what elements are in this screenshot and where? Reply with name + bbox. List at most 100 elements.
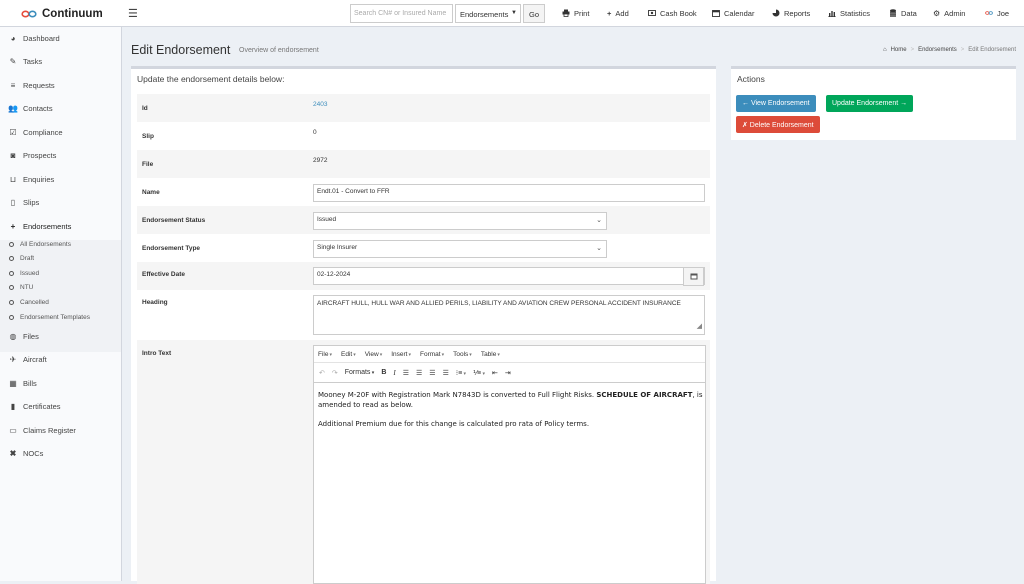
money-icon: [648, 9, 656, 19]
sidebar-item-bills[interactable]: ▦ Bills: [9, 379, 37, 388]
sidebar-item-contacts[interactable]: 👥 Contacts: [8, 104, 53, 113]
database-icon: [889, 8, 897, 19]
sidebar-item-aircraft[interactable]: ✈ Aircraft: [9, 355, 47, 364]
caret-down-icon: ▾: [408, 351, 411, 358]
sidebar-item-files[interactable]: ◍ Files: [9, 332, 39, 341]
outdent-icon[interactable]: ⇤: [492, 369, 498, 377]
sidebar-subitem-issued[interactable]: Issued: [9, 270, 39, 277]
editor-paragraph: Additional Premium due for this change i…: [318, 420, 590, 428]
form-row-heading: Heading AIRCRAFT HULL, HULL WAR AND ALLI…: [137, 290, 710, 340]
top-navbar: Continuum ☰ Search CN# or Insured Name E…: [0, 0, 1024, 27]
view-endorsement-button[interactable]: ← View Endorsement: [736, 95, 816, 112]
caret-down-icon: ▾: [497, 351, 500, 358]
editor-content[interactable]: Mooney M-20F with Registration Mark N784…: [318, 390, 703, 438]
editor-toolbar: ↶ ↷ Formats ▾ B I ☰ ☰ ☰ ☰ ⁝≡ ▾ ⅟≡ ▾ ⇤ ⇥: [314, 363, 705, 383]
status-label: Endorsement Status: [142, 217, 206, 224]
undo-icon[interactable]: ↶: [319, 369, 325, 377]
nav-add[interactable]: + Add: [607, 0, 629, 27]
status-select[interactable]: Issued ⌄: [313, 212, 607, 230]
menu-table[interactable]: Table▾: [481, 351, 500, 358]
bar-chart-icon: [828, 9, 836, 19]
nav-user[interactable]: Joe: [985, 0, 1009, 27]
align-right-icon[interactable]: ☰: [429, 369, 435, 377]
circle-icon: [9, 242, 14, 247]
sidebar-item-nocs[interactable]: ✖ NOCs: [9, 449, 44, 458]
nav-calendar[interactable]: Calendar: [712, 0, 754, 27]
sidebar-item-dashboard[interactable]: ◕ Dashboard: [9, 34, 60, 43]
redo-icon[interactable]: ↷: [332, 369, 338, 377]
search-input[interactable]: Search CN# or Insured Name: [350, 4, 453, 23]
align-justify-icon[interactable]: ☰: [443, 369, 449, 377]
caret-down-icon: ▾: [329, 351, 332, 358]
sidebar-toggle-icon[interactable]: ☰: [128, 7, 138, 20]
circle-icon: [9, 315, 14, 320]
italic-icon[interactable]: I: [393, 369, 395, 377]
search-type-select[interactable]: Endorsements ▼: [455, 4, 521, 23]
nav-data[interactable]: Data: [889, 0, 917, 27]
sidebar-subitem-endorsement-templates[interactable]: Endorsement Templates: [9, 314, 90, 321]
chevron-down-icon: ⌄: [596, 217, 602, 224]
sidebar-item-prospects[interactable]: ◙ Prospects: [9, 151, 57, 160]
breadcrumb-endorsements[interactable]: Endorsements: [918, 47, 957, 53]
align-left-icon[interactable]: ☰: [403, 369, 409, 377]
breadcrumb-home[interactable]: Home: [891, 47, 907, 53]
sidebar-subitem-all-endorsements[interactable]: All Endorsements: [9, 241, 71, 248]
heading-label: Heading: [142, 299, 168, 306]
id-link[interactable]: 2403: [313, 101, 327, 108]
update-endorsement-button[interactable]: Update Endorsement →: [826, 95, 914, 112]
slip-label: Slip: [142, 133, 154, 140]
menu-tools[interactable]: Tools▾: [453, 351, 472, 358]
delete-endorsement-button[interactable]: ✗ Delete Endorsement: [736, 116, 820, 133]
sidebar-subitem-draft[interactable]: Draft: [9, 255, 34, 262]
nav-cash-book[interactable]: Cash Book: [648, 0, 697, 27]
heading-textarea[interactable]: AIRCRAFT HULL, HULL WAR AND ALLIED PERIL…: [313, 295, 705, 335]
menu-view[interactable]: View▾: [365, 351, 383, 358]
caret-down-icon: ▾: [379, 351, 383, 358]
infinity-logo-icon: [21, 9, 37, 18]
go-button[interactable]: Go: [523, 4, 545, 23]
nav-print[interactable]: Print: [562, 0, 589, 27]
calendar-icon: [712, 9, 720, 19]
sidebar-subitem-cancelled[interactable]: Cancelled: [9, 299, 49, 306]
menu-file[interactable]: File▾: [318, 351, 332, 358]
bullet-list-icon[interactable]: ⁝≡ ▾: [456, 369, 466, 377]
caret-down-icon: ▾: [370, 370, 375, 376]
circle-icon: [9, 271, 14, 276]
chevron-down-icon: ⌄: [596, 245, 602, 252]
effective-date-input[interactable]: 02-12-2024: [313, 267, 705, 286]
sidebar-item-tasks[interactable]: ✎ Tasks: [9, 57, 43, 66]
close-icon: ✖: [9, 449, 17, 458]
name-label: Name: [142, 189, 160, 196]
formats-dropdown[interactable]: Formats ▾: [345, 369, 375, 376]
menu-edit[interactable]: Edit▾: [341, 351, 356, 358]
sidebar-item-requests[interactable]: ≡ Requests: [9, 81, 55, 90]
form-row-status: Endorsement Status Issued ⌄: [137, 206, 710, 234]
circle-icon: [9, 256, 14, 261]
nav-admin[interactable]: ⚙ Admin: [933, 0, 965, 27]
file-label: File: [142, 161, 154, 168]
page-title: Edit Endorsement: [131, 43, 231, 57]
sidebar-item-enquiries[interactable]: ⊔ Enquiries: [9, 175, 54, 184]
menu-insert[interactable]: Insert▾: [391, 351, 411, 358]
file-icon: ▯: [10, 198, 16, 207]
menu-format[interactable]: Format▾: [420, 351, 444, 358]
brand-logo[interactable]: Continuum: [0, 0, 122, 27]
sidebar-subitem-ntu[interactable]: NTU: [9, 284, 33, 291]
name-input[interactable]: Endt.01 - Convert to FFR: [313, 184, 705, 202]
sidebar-item-claims-register[interactable]: ▭ Claims Register: [9, 426, 76, 435]
calendar-button[interactable]: [683, 267, 704, 286]
align-center-icon[interactable]: ☰: [416, 369, 422, 377]
resize-handle-icon[interactable]: ◢: [697, 322, 702, 332]
sidebar-item-endorsements[interactable]: + Endorsements: [9, 222, 72, 231]
sidebar-item-certificates[interactable]: ▮ Certificates: [9, 402, 61, 411]
users-icon: 👥: [8, 104, 18, 113]
bold-icon[interactable]: B: [381, 369, 386, 376]
print-icon: [562, 9, 570, 19]
nav-statistics[interactable]: Statistics: [828, 0, 870, 27]
type-select[interactable]: Single Insurer ⌄: [313, 240, 607, 258]
indent-icon[interactable]: ⇥: [505, 369, 511, 377]
sidebar-item-compliance[interactable]: ☑ Compliance: [9, 128, 62, 137]
sidebar-item-slips[interactable]: ▯ Slips: [9, 198, 39, 207]
numbered-list-icon[interactable]: ⅟≡ ▾: [473, 369, 485, 377]
nav-reports[interactable]: Reports: [772, 0, 810, 27]
